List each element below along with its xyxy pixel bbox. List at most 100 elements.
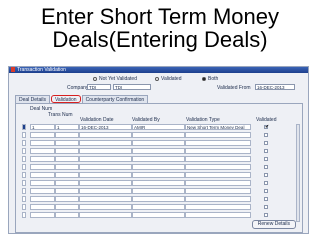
cell-deal-num[interactable]	[30, 188, 55, 194]
validated-checkbox[interactable]	[264, 149, 268, 153]
cell-validated-by[interactable]	[132, 148, 185, 154]
tab-counterparty-confirmation[interactable]: Counterparty Confirmation	[81, 95, 149, 103]
row-selector[interactable]	[22, 148, 26, 154]
validated-checkbox[interactable]	[264, 181, 268, 185]
validated-checkbox[interactable]	[264, 189, 268, 193]
validated-checkbox[interactable]	[264, 197, 268, 201]
cell-validation-date[interactable]	[79, 164, 132, 170]
cell-trans-num[interactable]	[55, 172, 79, 178]
validated-checkbox[interactable]	[264, 133, 268, 137]
cell-trans-num[interactable]	[55, 132, 79, 138]
row-selector[interactable]	[22, 164, 26, 170]
cell-validation-date[interactable]	[79, 140, 132, 146]
cell-trans-num[interactable]	[55, 156, 79, 162]
cell-trans-num[interactable]	[55, 164, 79, 170]
cell-deal-num[interactable]	[30, 212, 55, 218]
company-code-field[interactable]: TDI	[87, 84, 111, 90]
radio-button-icon[interactable]	[202, 77, 206, 81]
cell-trans-num[interactable]	[55, 204, 79, 210]
cell-validation-date[interactable]	[79, 132, 132, 138]
row-selector[interactable]	[22, 156, 26, 162]
validated-from-field[interactable]: 16-DEC-2013	[255, 84, 295, 90]
row-selector[interactable]	[22, 140, 26, 146]
cell-validated-by[interactable]	[132, 156, 185, 162]
validated-checkbox[interactable]	[264, 157, 268, 161]
cell-validation-date[interactable]	[79, 188, 132, 194]
row-selector[interactable]	[22, 188, 26, 194]
cell-validated-by[interactable]	[132, 172, 185, 178]
validated-checkbox[interactable]	[264, 165, 268, 169]
cell-validation-type[interactable]	[185, 140, 251, 146]
validated-checkbox[interactable]	[264, 213, 268, 217]
validated-checkbox[interactable]	[264, 205, 268, 209]
validated-checkbox[interactable]	[264, 124, 269, 130]
tab-validation[interactable]: Validation	[50, 95, 81, 103]
row-selector[interactable]	[22, 204, 26, 210]
cell-trans-num[interactable]	[55, 188, 79, 194]
cell-validated-by[interactable]	[132, 164, 185, 170]
cell-deal-num[interactable]	[30, 156, 55, 162]
scrollbar[interactable]	[296, 124, 300, 222]
radio-button-icon[interactable]	[155, 77, 159, 81]
cell-deal-num[interactable]	[30, 148, 55, 154]
close-icon[interactable]	[11, 67, 15, 72]
cell-deal-num[interactable]	[30, 172, 55, 178]
cell-validated-by[interactable]	[132, 196, 185, 202]
cell-deal-num[interactable]	[30, 140, 55, 146]
cell-deal-num[interactable]	[30, 196, 55, 202]
cell-validated-by[interactable]: AMIR	[132, 124, 185, 130]
cell-deal-num[interactable]	[30, 180, 55, 186]
radio-both[interactable]: Both	[202, 76, 218, 82]
cell-validation-type[interactable]	[185, 156, 251, 162]
cell-validation-type[interactable]	[185, 188, 251, 194]
cell-trans-num[interactable]	[55, 140, 79, 146]
cell-validated-by[interactable]	[132, 180, 185, 186]
radio-button-icon[interactable]	[93, 77, 97, 81]
cell-validated-by[interactable]	[132, 188, 185, 194]
radio-validated[interactable]: Validated	[155, 76, 181, 82]
cell-trans-num[interactable]	[55, 180, 79, 186]
cell-validation-date[interactable]	[79, 180, 132, 186]
row-selector[interactable]	[22, 124, 26, 130]
cell-validated-by[interactable]	[132, 212, 185, 218]
row-selector[interactable]	[22, 212, 26, 218]
cell-validation-type[interactable]	[185, 164, 251, 170]
cell-validation-date[interactable]	[79, 196, 132, 202]
renew-details-button[interactable]: Renew Details	[251, 220, 296, 229]
cell-validation-type[interactable]	[185, 132, 251, 138]
cell-validation-date[interactable]	[79, 156, 132, 162]
cell-deal-num[interactable]	[30, 204, 55, 210]
cell-trans-num[interactable]	[55, 148, 79, 154]
validated-checkbox[interactable]	[264, 173, 268, 177]
cell-validation-type[interactable]	[185, 148, 251, 154]
cell-validated-by[interactable]	[132, 140, 185, 146]
cell-validated-by[interactable]	[132, 204, 185, 210]
cell-trans-num[interactable]	[55, 196, 79, 202]
cell-validation-type[interactable]: New Short Term Money Deal	[185, 124, 251, 130]
company-name-field[interactable]: TDI	[113, 84, 151, 90]
cell-deal-num[interactable]	[30, 164, 55, 170]
cell-trans-num[interactable]	[55, 212, 79, 218]
cell-validation-date[interactable]	[79, 148, 132, 154]
cell-validation-date[interactable]	[79, 204, 132, 210]
row-selector[interactable]	[22, 132, 26, 138]
cell-deal-num[interactable]	[30, 132, 55, 138]
cell-deal-num[interactable]: 1	[30, 124, 55, 130]
radio-not-yet-validated[interactable]: Not Yet Validated	[93, 76, 137, 82]
row-selector[interactable]	[22, 196, 26, 202]
cell-validation-type[interactable]	[185, 172, 251, 178]
window-title-bar[interactable]: Transaction Validation	[9, 67, 308, 73]
cell-validated-by[interactable]	[132, 132, 185, 138]
cell-validation-type[interactable]	[185, 204, 251, 210]
row-selector[interactable]	[22, 180, 26, 186]
cell-trans-num[interactable]: 1	[55, 124, 79, 130]
row-selector[interactable]	[22, 172, 26, 178]
cell-validation-type[interactable]	[185, 180, 251, 186]
validated-checkbox[interactable]	[264, 141, 268, 145]
cell-validation-date[interactable]	[79, 172, 132, 178]
cell-validation-type[interactable]	[185, 212, 251, 218]
cell-validation-type[interactable]	[185, 196, 251, 202]
tab-deal-details[interactable]: Deal Details	[15, 95, 50, 103]
cell-validation-date[interactable]: 16-DEC-2013	[79, 124, 132, 130]
cell-validation-date[interactable]	[79, 212, 132, 218]
